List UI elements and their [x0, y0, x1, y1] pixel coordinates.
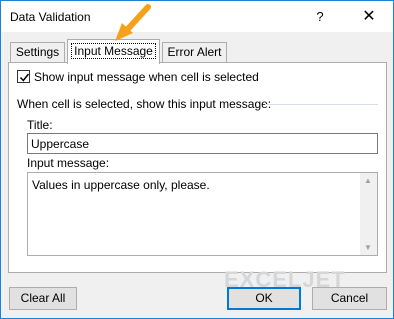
exceljet-watermark: EXCELJET: [224, 267, 346, 292]
group-heading: When cell is selected, show this input m…: [17, 97, 272, 111]
title-bar: Data Validation ? ✕: [1, 1, 393, 32]
group-divider: [265, 104, 378, 105]
tab-error-alert[interactable]: Error Alert: [162, 42, 227, 63]
input-message-label: Input message:: [27, 156, 110, 170]
dialog-title: Data Validation: [10, 10, 91, 24]
ok-button[interactable]: OK: [227, 287, 301, 310]
help-button[interactable]: ?: [308, 7, 332, 27]
annotation-arrow-icon: [115, 4, 151, 41]
clear-all-button[interactable]: Clear All: [9, 287, 77, 310]
close-button[interactable]: ✕: [357, 7, 381, 27]
show-input-message-label: Show input message when cell is selected: [34, 70, 259, 84]
data-validation-dialog: Data Validation ? ✕ Settings Input Messa…: [0, 0, 394, 319]
scroll-up-icon[interactable]: ▲: [364, 176, 372, 185]
scroll-down-icon[interactable]: ▼: [364, 243, 372, 252]
title-field-label: Title:: [27, 118, 53, 132]
show-input-message-checkbox[interactable]: [17, 70, 30, 83]
title-input[interactable]: [27, 133, 378, 154]
input-message-textarea[interactable]: Values in uppercase only, please. ▲ ▼: [27, 172, 378, 256]
input-message-text: Values in uppercase only, please.: [32, 178, 210, 192]
tab-settings[interactable]: Settings: [10, 42, 65, 63]
message-scrollbar[interactable]: ▲ ▼: [360, 173, 377, 255]
cancel-button[interactable]: Cancel: [312, 287, 387, 310]
checkmark-icon: [19, 73, 30, 82]
tab-input-message-label: Input Message: [71, 43, 156, 59]
